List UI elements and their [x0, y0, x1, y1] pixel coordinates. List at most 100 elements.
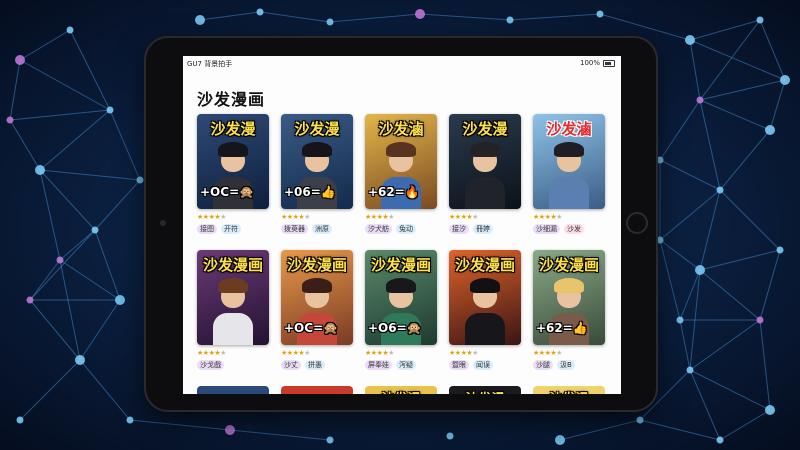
- network-edge: [79, 299, 121, 361]
- network-node: [35, 165, 45, 175]
- comic-cover-partial[interactable]: 沙发漫: [449, 386, 521, 394]
- star-rating: ★★★★★: [281, 348, 353, 358]
- network-edge: [39, 109, 111, 171]
- star-rating: ★★★★★: [365, 348, 437, 358]
- genre-tag[interactable]: 汐犬舫: [365, 224, 392, 234]
- network-node: [256, 8, 264, 16]
- comic-cover-partial[interactable]: [197, 386, 269, 394]
- network-node: [75, 355, 85, 365]
- network-edge: [59, 229, 96, 261]
- genre-tag[interactable]: 闻误: [473, 360, 493, 370]
- network-node: [115, 295, 125, 305]
- home-button[interactable]: [626, 212, 648, 234]
- status-left-text: GU7 背景拍手: [187, 60, 233, 68]
- comic-cover-partial[interactable]: [281, 386, 353, 394]
- tag-list: 沙腿 汲B: [533, 360, 605, 370]
- network-edge: [39, 169, 96, 231]
- character-body: [465, 313, 505, 345]
- comic-cover[interactable]: 沙发滷: [533, 114, 605, 209]
- comic-cover[interactable]: 沙发滷 +62=🔥: [365, 114, 437, 209]
- star-rating: ★★★★★: [533, 348, 605, 358]
- genre-tag[interactable]: 屏奉娃: [365, 360, 392, 370]
- comic-cover-partial[interactable]: 沙发漫: [365, 386, 437, 394]
- network-edge: [769, 79, 786, 131]
- genre-tag[interactable]: 汲B: [557, 360, 575, 370]
- character-hair: [302, 142, 332, 157]
- network-edge: [689, 369, 771, 411]
- genre-tag[interactable]: 沙细漏: [533, 224, 560, 234]
- network-node: [656, 236, 664, 244]
- tablet-screen: GU7 背景拍手 100% 沙发漫画 沙发漫 +OC=🙊 ★★★★★ 接图 开符 沙发漫 +…: [183, 56, 621, 394]
- comic-card[interactable]: 沙发漫 ★★★★★ 接汐 冊婷: [449, 114, 521, 244]
- comic-cover[interactable]: 沙发漫画 +OC=🙊: [281, 250, 353, 345]
- network-node: [326, 436, 334, 444]
- network-edge: [9, 119, 41, 171]
- genre-tag[interactable]: 沙发: [564, 224, 584, 234]
- comic-card[interactable]: 沙发漫 +OC=🙊 ★★★★★ 接图 开符: [197, 114, 269, 244]
- genre-tag[interactable]: 沙戈戲: [197, 360, 224, 370]
- genre-tag[interactable]: 兔动: [396, 224, 416, 234]
- comic-card[interactable]: 沙发滷 ★★★★★ 沙细漏 沙发: [533, 114, 605, 244]
- battery-percent: 100%: [579, 59, 600, 67]
- comic-card[interactable]: 沙发漫画 +OC=🙊 ★★★★★ 沙丈 拼愚: [281, 250, 353, 380]
- star-icon: ★: [388, 349, 394, 357]
- comic-card[interactable]: 沙发漫画 +62=👍 ★★★★★ 沙腿 汲B: [533, 250, 605, 380]
- star-icon: ★: [304, 213, 310, 221]
- comic-cover[interactable]: 沙发漫: [449, 114, 521, 209]
- tag-list: 接汐 冊婷: [449, 224, 521, 234]
- comic-cover[interactable]: 沙发漫画 +62=👍: [533, 250, 605, 345]
- network-node: [676, 316, 684, 324]
- tag-list: 屏奉娃 泻疑: [365, 360, 437, 370]
- genre-tag[interactable]: 暨眼: [449, 360, 469, 370]
- character-hair: [470, 278, 500, 293]
- network-node: [765, 405, 775, 415]
- genre-tag[interactable]: 洲原: [312, 224, 332, 234]
- genre-tag[interactable]: 泻疑: [396, 360, 416, 370]
- network-edge: [9, 59, 21, 121]
- tablet-device: GU7 背景拍手 100% 沙发漫画 沙发漫 +OC=🙊 ★★★★★ 接图 开符 沙发漫 +…: [146, 38, 656, 410]
- comic-cover-title: 沙发滷: [546, 120, 592, 138]
- network-node: [776, 246, 784, 254]
- network-node: [716, 436, 724, 444]
- comic-card[interactable]: 沙发漫画 ★★★★★ 暨眼 闻误: [449, 250, 521, 380]
- tag-list: 沙丈 拼愚: [281, 360, 353, 370]
- comic-cover-partial[interactable]: 沙发漫: [533, 386, 605, 394]
- network-edge: [94, 229, 121, 301]
- genre-tag[interactable]: 冊婷: [473, 224, 493, 234]
- comic-cover[interactable]: 沙发漫画 +O6=🙊: [365, 250, 437, 345]
- network-node: [716, 186, 724, 194]
- network-edge: [639, 419, 721, 441]
- genre-tag[interactable]: 接图: [197, 224, 217, 234]
- network-node: [126, 416, 134, 424]
- network-edge: [94, 179, 141, 231]
- tag-list: 接图 开符: [197, 224, 269, 234]
- genre-tag[interactable]: 拨萸器: [281, 224, 308, 234]
- comic-card[interactable]: 沙发漫画 +O6=🙊 ★★★★★ 屏奉娃 泻疑: [365, 250, 437, 380]
- network-node: [106, 106, 114, 114]
- comic-cover[interactable]: 沙发漫 +OC=🙊: [197, 114, 269, 209]
- genre-tag[interactable]: 沙丈: [281, 360, 301, 370]
- network-edge: [19, 29, 71, 61]
- network-edge: [29, 229, 96, 301]
- network-node: [6, 116, 14, 124]
- genre-tag[interactable]: 接汐: [449, 224, 469, 234]
- network-edge: [679, 319, 691, 371]
- comic-card[interactable]: 沙发漫画 ★★★★★ 沙戈戲: [197, 250, 269, 380]
- network-node: [15, 55, 25, 65]
- comic-cover-badge: +OC=🙊: [200, 185, 255, 199]
- character-hair: [470, 142, 500, 157]
- genre-tag[interactable]: 拼愚: [305, 360, 325, 370]
- comic-cover[interactable]: 沙发漫画: [197, 250, 269, 345]
- comic-cover[interactable]: 沙发漫画: [449, 250, 521, 345]
- network-edge: [699, 249, 781, 271]
- network-edge: [699, 189, 721, 271]
- network-edge: [719, 189, 781, 251]
- comic-card[interactable]: 沙发漫 +06=👍 ★★★★★ 拨萸器 洲原: [281, 114, 353, 244]
- comic-cover-title: 沙发漫: [449, 388, 521, 394]
- network-node: [756, 316, 764, 324]
- comic-card[interactable]: 沙发滷 +62=🔥 ★★★★★ 汐犬舫 兔动: [365, 114, 437, 244]
- genre-tag[interactable]: 沙腿: [533, 360, 553, 370]
- network-node: [686, 366, 694, 374]
- genre-tag[interactable]: 开符: [221, 224, 241, 234]
- comic-cover[interactable]: 沙发漫 +06=👍: [281, 114, 353, 209]
